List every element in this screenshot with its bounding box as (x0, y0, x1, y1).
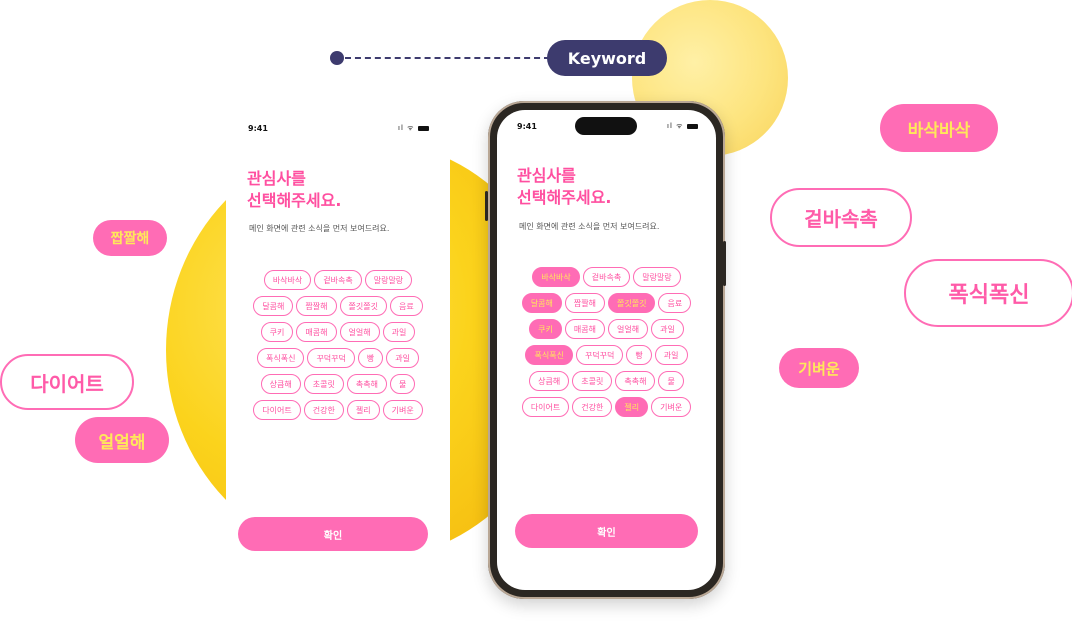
interest-chip[interactable]: 쿠키 (529, 319, 562, 339)
interest-chip[interactable]: 젤리 (346, 400, 380, 420)
chip-row: 쿠키 매콤해 얼얼해 과일 (529, 319, 684, 339)
floating-tag: 바삭바삭 (880, 104, 998, 152)
status-icons: ıl ᯤ (398, 124, 429, 133)
chip-row: 달콤해 짭짤해 쫄깃쫄깃 음료 (521, 293, 692, 313)
chip-row: 달콤해 짭짤해 쫄깃쫄깃 음료 (253, 296, 423, 316)
interest-chip[interactable]: 젤리 (615, 397, 649, 417)
interest-chip[interactable]: 건강한 (303, 400, 344, 420)
chip-group: 바삭바삭 겉바속촉 말랑말랑 달콤해 짭짤해 쫄깃쫄깃 음료 쿠키 매콤해 얼얼해 과일 폭식폭신 꾸덕… (497, 267, 716, 417)
status-icons: ıl ᯤ (667, 122, 698, 131)
floating-tag: 다이어트 (0, 354, 134, 410)
interest-chip[interactable]: 초콜릿 (572, 371, 613, 391)
interest-chip[interactable]: 음료 (389, 296, 423, 316)
floating-tag: 얼얼해 (75, 417, 169, 463)
chip-row: 다이어트 건강한 젤리 기벼운 (253, 400, 423, 420)
page-subtitle: 메인 화면에 관련 소식을 먼저 보여드려요. (519, 222, 660, 231)
interest-chip[interactable]: 달콤해 (253, 296, 294, 316)
interest-chip[interactable]: 바삭바삭 (263, 270, 312, 290)
interest-chip[interactable]: 겉바속촉 (314, 270, 362, 290)
page-title: 관심사를 선택해주세요. (517, 165, 611, 209)
callout-dot (330, 51, 344, 65)
chip-row: 폭식폭신 꾸덕꾸덕 빵 과일 (525, 345, 688, 365)
interest-chip[interactable]: 폭식폭신 (256, 348, 305, 368)
interest-chip[interactable]: 과일 (654, 345, 688, 365)
battery-icon (686, 123, 698, 129)
interest-chip[interactable]: 겉바속촉 (582, 267, 631, 287)
interest-chip[interactable]: 건강한 (572, 397, 613, 417)
chip-row: 상큼해 초콜릿 촉촉해 물 (260, 374, 416, 394)
battery-icon (417, 125, 429, 131)
interest-chip[interactable]: 바삭바삭 (532, 267, 580, 287)
left-screen-preview: 9:41 ıl ᯤ 관심사를 선택해주세요. 메인 화면에 관련 소식을 먼저 … (226, 110, 450, 565)
interest-chip[interactable]: 물 (389, 374, 416, 394)
interest-chip[interactable]: 과일 (651, 319, 684, 339)
page-title: 관심사를 선택해주세요. (247, 168, 341, 212)
interest-chip[interactable]: 매콤해 (564, 319, 605, 339)
title-line1: 관심사를 (517, 166, 576, 185)
chip-group: 바삭바삭 겉바속촉 말랑말랑 달콤해 짭짤해 쫄깃쫄깃 음료 쿠키 매콤해 얼얼해 과일 폭식폭신 꾸덕… (226, 270, 450, 420)
chip-row: 다이어트 건강한 젤리 기벼운 (521, 397, 692, 417)
power-button (723, 241, 726, 286)
chip-row: 바삭바삭 겉바속촉 말랑말랑 (532, 267, 681, 287)
interest-chip[interactable]: 꾸덕꾸덕 (307, 348, 355, 368)
chip-row: 바삭바삭 겉바속촉 말랑말랑 (263, 270, 413, 290)
interest-chip[interactable]: 촉촉해 (615, 371, 656, 391)
status-time: 9:41 (248, 124, 268, 133)
interest-chip[interactable]: 다이어트 (253, 400, 301, 420)
interest-chip[interactable]: 과일 (386, 348, 419, 368)
interest-chip[interactable]: 매콤해 (296, 322, 337, 342)
phone-frame: 9:41 ıl ᯤ 관심사를 선택해주세요. 메인 화면에 관련 소식을 먼저 … (485, 101, 726, 599)
interest-chip[interactable]: 음료 (658, 293, 692, 313)
confirm-button[interactable]: 확인 (515, 514, 698, 548)
interest-chip[interactable]: 짭짤해 (564, 293, 605, 313)
chip-row: 폭식폭신 꾸덕꾸덕 빵 과일 (256, 348, 419, 368)
floating-tag: 겉바속촉 (770, 188, 912, 247)
interest-chip[interactable]: 다이어트 (521, 397, 570, 417)
interest-chip[interactable]: 쿠키 (260, 322, 294, 342)
interest-chip[interactable]: 얼얼해 (608, 319, 649, 339)
interest-chip[interactable]: 짭짤해 (296, 296, 337, 316)
interest-chip[interactable]: 폭식폭신 (525, 345, 573, 365)
interest-chip[interactable]: 꾸덕꾸덕 (575, 345, 624, 365)
status-time: 9:41 (517, 122, 537, 131)
dynamic-island (575, 117, 637, 135)
chip-row: 쿠키 매콤해 얼얼해 과일 (260, 322, 416, 342)
floating-tag: 기벼운 (779, 348, 859, 388)
interest-chip[interactable]: 말랑말랑 (364, 270, 413, 290)
interest-chip[interactable]: 상큼해 (529, 371, 570, 391)
title-line2: 선택해주세요. (247, 191, 342, 210)
interest-chip[interactable]: 말랑말랑 (633, 267, 681, 287)
interest-chip[interactable]: 빵 (357, 348, 384, 368)
interest-chip[interactable]: 달콤해 (521, 293, 562, 313)
floating-tag: 짭짤해 (93, 220, 167, 256)
volume-button (485, 191, 488, 221)
interest-chip[interactable]: 기벼운 (382, 400, 423, 420)
interest-chip[interactable]: 상큼해 (260, 374, 301, 394)
callout-dashed-line (345, 57, 550, 59)
interest-chip[interactable]: 얼얼해 (339, 322, 380, 342)
interest-chip[interactable]: 기벼운 (651, 397, 692, 417)
title-line2: 선택해주세요. (517, 188, 612, 207)
page-subtitle: 메인 화면에 관련 소식을 먼저 보여드려요. (249, 224, 390, 233)
phone-screen: 9:41 ıl ᯤ 관심사를 선택해주세요. 메인 화면에 관련 소식을 먼저 … (497, 110, 716, 590)
interest-chip[interactable]: 촉촉해 (346, 374, 387, 394)
title-line1: 관심사를 (247, 169, 306, 188)
interest-chip[interactable]: 빵 (626, 345, 652, 365)
interest-chip[interactable]: 과일 (382, 322, 416, 342)
interest-chip[interactable]: 쫄깃쫄깃 (608, 293, 656, 313)
keyword-label: Keyword (547, 40, 667, 76)
floating-tag: 폭식폭신 (904, 259, 1072, 327)
chip-row: 상큼해 초콜릿 촉촉해 물 (529, 371, 684, 391)
confirm-button[interactable]: 확인 (238, 517, 428, 551)
interest-chip[interactable]: 물 (658, 371, 684, 391)
interest-chip[interactable]: 쫄깃쫄깃 (339, 296, 387, 316)
interest-chip[interactable]: 초콜릿 (303, 374, 344, 394)
